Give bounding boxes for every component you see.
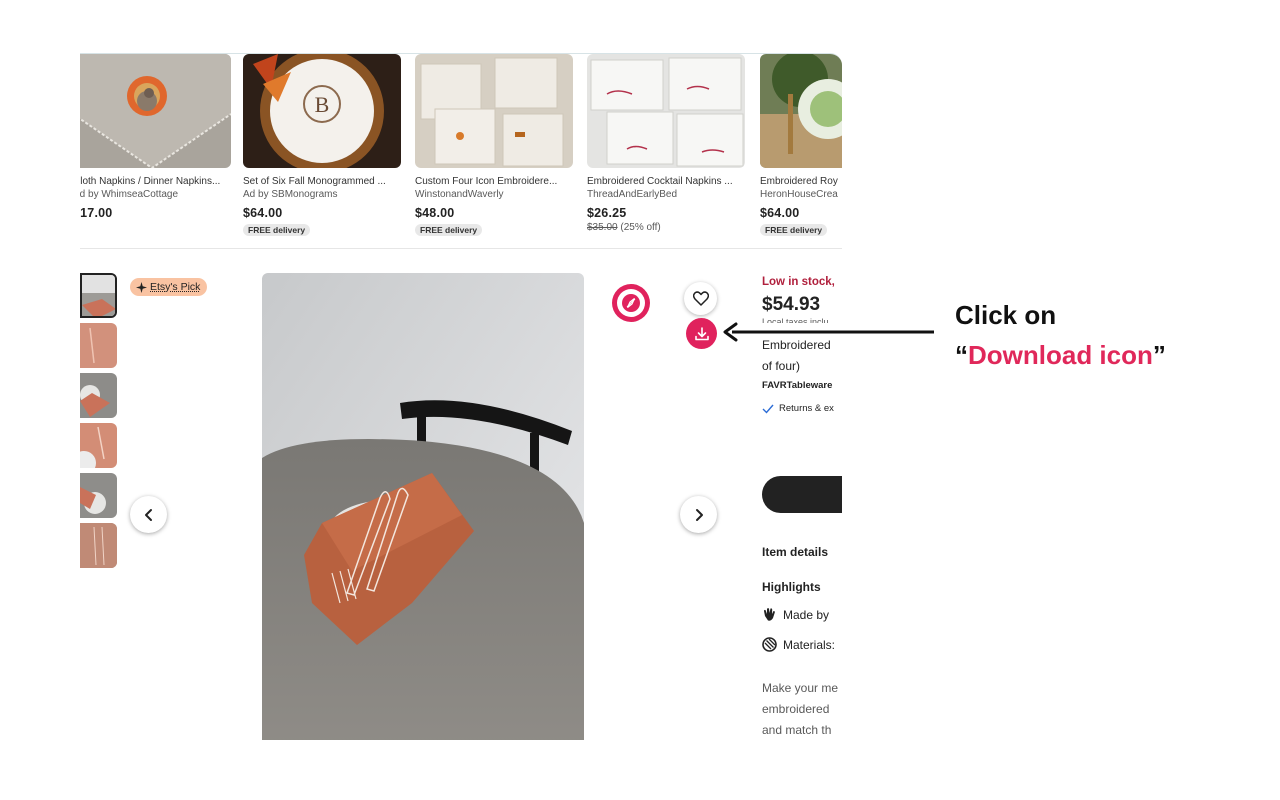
highlights-heading: Highlights [762,580,821,594]
product-info-panel: Low in stock, $54.93 Local taxes inclu E… [762,276,842,414]
close-quote: ” [1152,340,1166,370]
ad-image[interactable] [587,54,745,168]
etsys-pick-label: Etsy's Pick [150,281,201,293]
chevron-right-icon [695,508,703,521]
ad-price: $26.25 [587,206,627,220]
ad-title[interactable]: Cloth Napkins / Dinner Napkins... [80,176,231,187]
ad-price: $48.00 [415,206,455,220]
product-price: $54.93 [762,294,821,315]
download-icon [694,326,709,340]
low-stock-label: Low in stock, [762,276,835,288]
download-button[interactable] [686,318,717,349]
etsys-pick-badge: Etsy's Pick [130,278,208,296]
ad-image[interactable] [415,54,573,168]
extension-button[interactable] [612,284,650,322]
ad-title[interactable]: Set of Six Fall Monogrammed ... [243,176,401,187]
description-line: Make your me [762,681,839,695]
ad-seller: WinstonandWaverly [415,189,504,200]
description-line: embroidered [762,702,830,716]
product-thumbnail[interactable] [80,423,117,468]
product-title-line: of four) [762,359,801,373]
item-details-heading[interactable]: Item details [762,545,828,559]
etsy-listing-page: Cloth Napkins / Dinner Napkins... Ad by … [80,53,842,740]
free-delivery-badge: FREE delivery [760,224,828,236]
ad-seller: Ad by WhimseaCottage [80,189,179,200]
strikethrough-price: $35.00 [587,222,618,233]
next-image-button[interactable] [680,496,717,533]
ad-carousel: Cloth Napkins / Dinner Napkins... Ad by … [80,54,842,249]
ad-image[interactable] [760,54,842,168]
compass-icon [617,289,645,317]
chevron-left-icon [144,508,152,521]
returns-label: Returns & ex [779,403,834,414]
ad-title[interactable]: Embroidered Roy [760,176,842,187]
ad-image[interactable]: B [243,54,401,168]
ad-card[interactable]: B Set of Six Fall Monogrammed ... Ad by … [243,54,403,238]
checkmark-icon [762,404,774,414]
product-thumbnail[interactable] [80,323,117,368]
favorite-button[interactable] [684,282,717,315]
heart-icon [692,291,709,306]
hand-wave-icon [764,608,775,621]
main-product-image[interactable] [262,273,584,740]
ad-title[interactable]: Embroidered Cocktail Napkins ... [587,176,745,187]
materials-icon [762,637,777,652]
ad-title[interactable]: Custom Four Icon Embroidere... [415,176,573,187]
add-to-cart-button[interactable] [762,476,842,513]
svg-text:B: B [315,92,330,117]
ad-card[interactable]: Embroidered Cocktail Napkins ... ThreadA… [587,54,747,233]
product-thumbnail[interactable] [80,373,117,418]
ad-card[interactable]: Embroidered Roy HeronHouseCrea $64.00 FR… [760,54,842,238]
sparkle-icon [136,281,147,293]
product-thumbnail[interactable] [80,473,117,518]
ad-price: $64.00 [760,206,800,220]
instruction-line: Click on [955,300,1057,330]
ad-card[interactable]: Cloth Napkins / Dinner Napkins... Ad by … [80,54,233,220]
highlight-made-by: Made by [762,607,829,622]
open-quote: “ [955,340,968,370]
highlight-materials: Materials: [762,637,835,652]
ad-card[interactable]: Custom Four Icon Embroidere... Winstonan… [415,54,575,238]
shop-name-link[interactable]: FAVRTableware [762,380,842,391]
description-line: and match th [762,723,832,737]
instruction-target: “Download icon” [955,335,1166,375]
materials-label: Materials: [783,637,836,652]
ad-price: $17.00 [80,206,113,220]
ad-price: $64.00 [243,206,283,220]
free-delivery-badge: FREE delivery [243,224,311,236]
product-thumbnail[interactable] [80,523,117,568]
ad-original-price: $35.00 (25% off) [587,222,747,233]
instruction-highlight: Download icon [968,340,1153,370]
product-description: Make your me embroidered and match th [762,678,838,740]
made-by-label: Made by [783,607,830,622]
product-thumbnail[interactable] [80,273,117,318]
discount-label: (25% off) [620,222,661,233]
ad-image[interactable] [80,54,231,168]
ad-seller: HeronHouseCrea [760,189,838,200]
instruction-callout: Click on “Download icon” [955,295,1166,375]
previous-image-button[interactable] [130,496,167,533]
returns-info: Returns & ex [762,403,842,414]
ad-seller: Ad by SBMonograms [243,189,338,200]
free-delivery-badge: FREE delivery [415,224,483,236]
pointer-arrow [723,322,934,342]
ad-seller: ThreadAndEarlyBed [587,189,678,200]
